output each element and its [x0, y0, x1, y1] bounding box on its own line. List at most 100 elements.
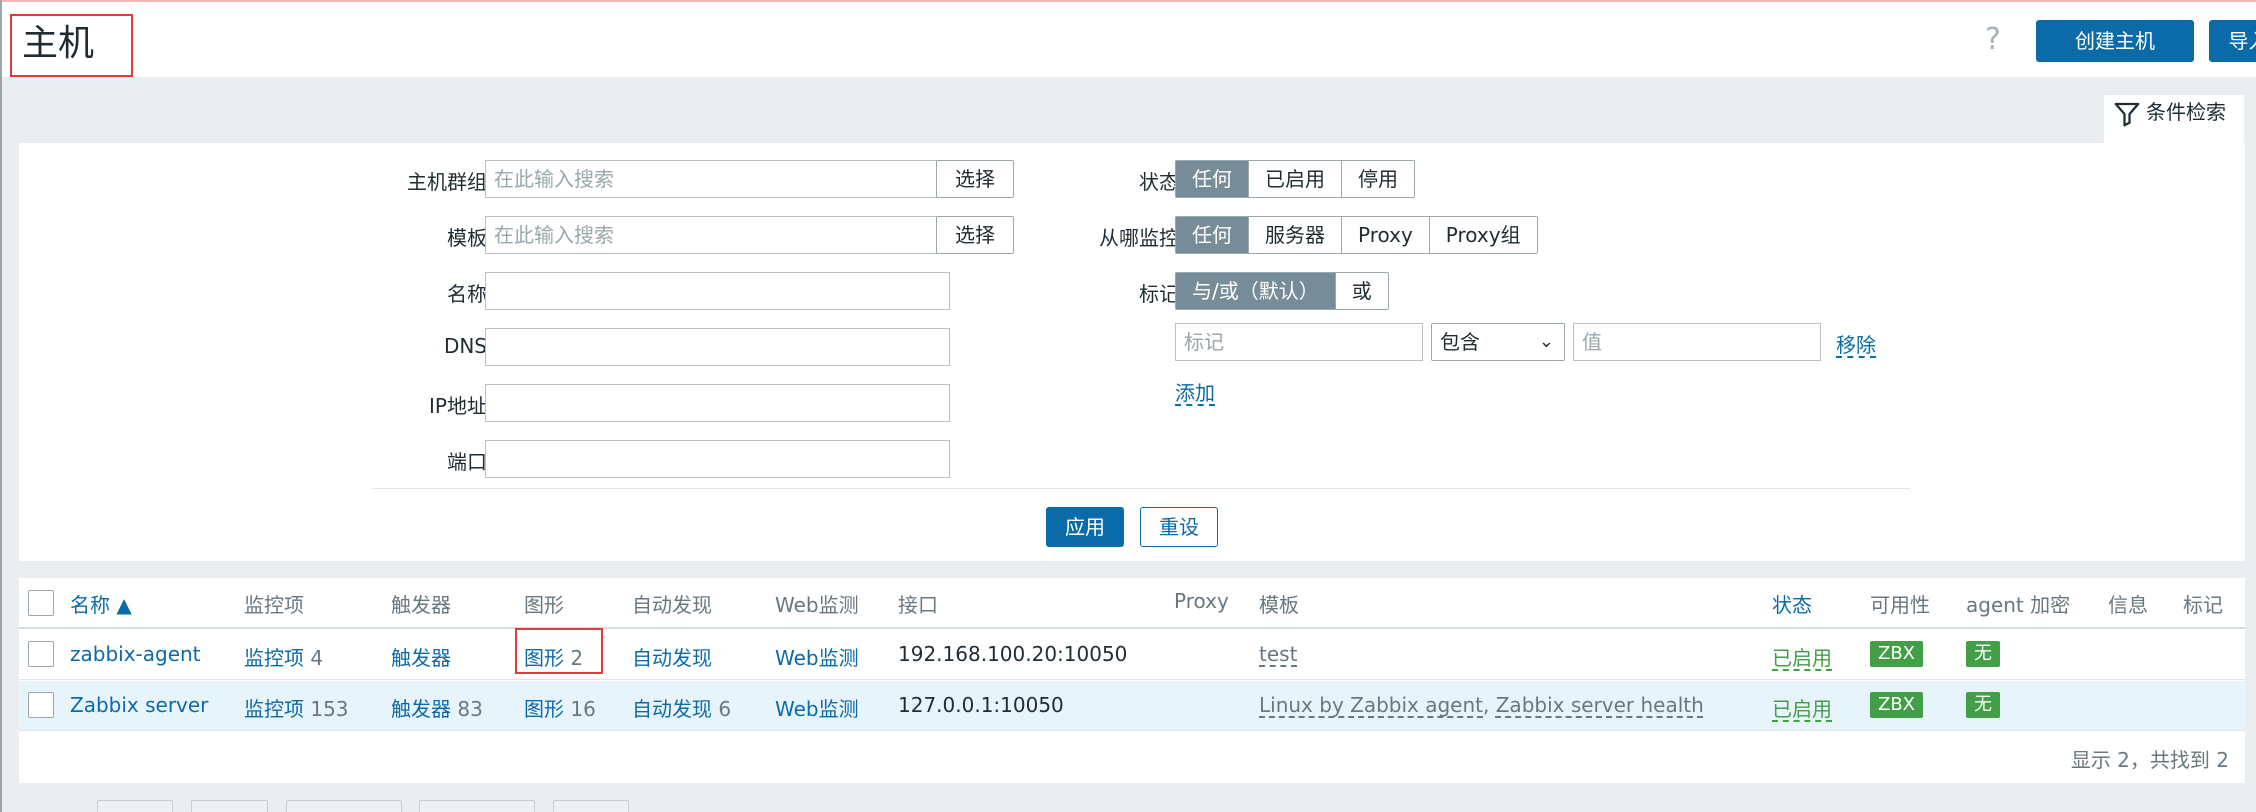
mass-action-button[interactable] — [286, 800, 402, 812]
graphs-link[interactable]: 图形 16 — [524, 693, 596, 722]
status-toggle[interactable]: 已启用 — [1772, 642, 1832, 671]
mass-action-button[interactable] — [419, 800, 535, 812]
interface-value: 192.168.100.20:10050 — [898, 642, 1128, 666]
discovery-link[interactable]: 自动发现 — [632, 642, 712, 671]
triggers-link[interactable]: 触发器 — [391, 642, 451, 671]
status-option-enabled[interactable]: 已启用 — [1248, 161, 1341, 197]
page-title: 主机 — [10, 14, 133, 77]
items-link[interactable]: 监控项 4 — [244, 642, 323, 671]
tags-evaltype-segmented-control: 与/或（默认） 或 — [1175, 272, 1389, 310]
template-link[interactable]: Zabbix server health — [1496, 693, 1704, 717]
column-proxy: Proxy — [1174, 589, 1229, 613]
monitored-by-option-proxy[interactable]: Proxy — [1341, 217, 1429, 253]
chevron-down-icon: ⌄ — [1538, 331, 1554, 352]
table-row: zabbix-agent 监控项 4 触发器 图形 2 自动发现 Web监测 1… — [19, 630, 2245, 680]
left-border — [0, 0, 2, 812]
status-option-any[interactable]: 任何 — [1176, 161, 1248, 197]
tag-operator-select[interactable]: 包含 ⌄ — [1431, 323, 1565, 361]
monitored-by-option-any[interactable]: 任何 — [1176, 217, 1248, 253]
host-groups-label: 主机群组 — [407, 170, 487, 194]
tag-operator-value: 包含 — [1440, 330, 1480, 354]
ip-label: IP地址 — [429, 394, 487, 418]
monitored-by-label: 从哪监控 — [1099, 226, 1179, 250]
column-name-sort[interactable]: 名称 ▲ — [70, 589, 132, 618]
encryption-badge: 无 — [1966, 641, 2000, 667]
templates-label: 模板 — [447, 226, 487, 250]
monitored-by-option-proxy-group[interactable]: Proxy组 — [1428, 217, 1537, 253]
tags-option-or[interactable]: 或 — [1334, 273, 1388, 309]
column-status[interactable]: 状态 — [1772, 589, 1812, 618]
column-tags: 标记 — [2183, 593, 2223, 617]
host-groups-select-button[interactable]: 选择 — [936, 160, 1014, 198]
template-list: Linux by Zabbix agent, Zabbix server hea… — [1259, 693, 1704, 717]
import-button[interactable]: 导入 — [2209, 20, 2256, 62]
mass-action-button[interactable] — [553, 800, 629, 812]
items-link[interactable]: 监控项 153 — [244, 693, 349, 722]
interface-value: 127.0.0.1:10050 — [898, 693, 1064, 717]
filter-panel: 主机群组 在此输入搜索 选择 模板 在此输入搜索 选择 名称 DNS IP地址 … — [19, 143, 2245, 561]
name-input[interactable] — [485, 272, 950, 310]
availability-badge: ZBX — [1870, 692, 1924, 718]
help-icon[interactable]: ? — [1985, 22, 2001, 57]
host-name-link[interactable]: Zabbix server — [70, 693, 208, 717]
tag-name-input[interactable]: 标记 — [1175, 323, 1423, 361]
triggers-link[interactable]: 触发器 83 — [391, 693, 483, 722]
column-availability: 可用性 — [1870, 593, 1930, 617]
filter-icon — [2114, 102, 2140, 127]
availability-badge: ZBX — [1870, 641, 1924, 667]
status-label: 状态 — [1139, 170, 1179, 194]
filter-tab[interactable]: 条件检索 — [2104, 95, 2244, 143]
reset-button[interactable]: 重设 — [1140, 507, 1218, 547]
status-segmented-control: 任何 已启用 停用 — [1175, 160, 1415, 198]
encryption-badge: 无 — [1966, 692, 2000, 718]
host-name-link[interactable]: zabbix-agent — [70, 642, 201, 666]
tags-label: 标记 — [1139, 282, 1179, 306]
status-toggle[interactable]: 已启用 — [1772, 693, 1832, 722]
filter-tab-label: 条件检索 — [2146, 100, 2226, 124]
port-label: 端口 — [447, 450, 487, 474]
graphs-highlight-box — [515, 628, 603, 674]
templates-input[interactable]: 在此输入搜索 — [485, 216, 950, 254]
apply-button[interactable]: 应用 — [1046, 507, 1124, 547]
column-info: 信息 — [2108, 593, 2148, 617]
web-link[interactable]: Web监测 — [775, 693, 859, 722]
column-templates: 模板 — [1259, 593, 1299, 617]
hosts-table: 名称 ▲ 监控项 触发器 图形 自动发现 Web监测 接口 Proxy 模板 状… — [19, 578, 2245, 783]
monitored-by-segmented-control: 任何 服务器 Proxy Proxy组 — [1175, 216, 1538, 254]
column-items: 监控项 — [244, 593, 304, 617]
monitored-by-option-server[interactable]: 服务器 — [1248, 217, 1341, 253]
tag-remove-link[interactable]: 移除 — [1836, 329, 1876, 358]
name-label: 名称 — [447, 282, 487, 306]
table-row: Zabbix server 监控项 153 触发器 83 图形 16 自动发现 … — [19, 681, 2245, 731]
template-link[interactable]: test — [1259, 642, 1297, 666]
tags-option-and-or[interactable]: 与/或（默认） — [1176, 273, 1335, 309]
dns-label: DNS — [443, 334, 487, 358]
ip-input[interactable] — [485, 384, 950, 422]
row-checkbox[interactable] — [28, 641, 54, 667]
column-graphs: 图形 — [524, 593, 564, 617]
row-checkbox[interactable] — [28, 692, 54, 718]
page-header: 主机 ? 创建主机 导入 — [2, 2, 2256, 77]
port-input[interactable] — [485, 440, 950, 478]
mass-action-button[interactable] — [191, 800, 268, 812]
select-all-checkbox[interactable] — [28, 590, 54, 616]
tag-value-input[interactable]: 值 — [1573, 323, 1821, 361]
tag-add-link[interactable]: 添加 — [1175, 377, 1215, 406]
column-interface: 接口 — [898, 593, 938, 617]
host-groups-input[interactable]: 在此输入搜索 — [485, 160, 950, 198]
web-link[interactable]: Web监测 — [775, 642, 859, 671]
column-web: Web监测 — [775, 593, 859, 617]
create-host-button[interactable]: 创建主机 — [2036, 20, 2194, 62]
dns-input[interactable] — [485, 328, 950, 366]
template-list: test — [1259, 642, 1297, 666]
table-header: 名称 ▲ 监控项 触发器 图形 自动发现 Web监测 接口 Proxy 模板 状… — [19, 578, 2245, 629]
mass-action-button[interactable] — [97, 800, 173, 812]
template-link[interactable]: Linux by Zabbix agent — [1259, 693, 1483, 717]
column-agent-encryption: agent 加密 — [1966, 593, 2071, 617]
templates-select-button[interactable]: 选择 — [936, 216, 1014, 254]
column-triggers: 触发器 — [391, 593, 451, 617]
table-stats: 显示 2，共找到 2 — [2070, 748, 2229, 772]
column-discovery: 自动发现 — [632, 593, 712, 617]
status-option-disabled[interactable]: 停用 — [1341, 161, 1414, 197]
discovery-link[interactable]: 自动发现 6 — [632, 693, 731, 722]
